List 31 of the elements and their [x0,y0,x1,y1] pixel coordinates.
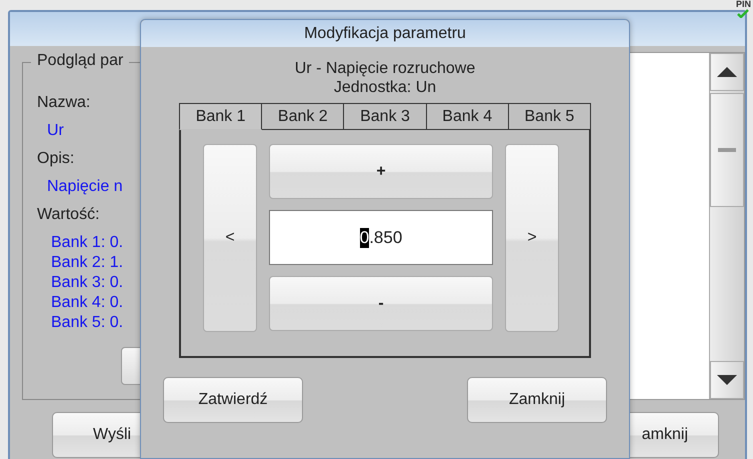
bank-tab[interactable]: Bank 5 [508,103,592,130]
parameter-name: Ur - Napięcie rozruchowe [294,59,476,79]
bank-value: Bank 4: 0. [50,293,124,313]
bank-value: Bank 5: 0. [50,313,124,333]
unit-label: Jednostka: Un [334,79,436,97]
bank-value: Bank 2: 1. [50,253,124,273]
dialog-button[interactable]: Zamknij [467,377,607,423]
next-button[interactable]: > [505,144,559,332]
bank-tab[interactable]: Bank 2 [262,103,344,130]
field-label: Nazwa: [37,93,90,113]
scroll-up-icon[interactable] [717,67,737,77]
bank-tab[interactable]: Bank 4 [426,103,509,130]
grip-icon [718,148,736,152]
bank-tab[interactable]: Bank 1 [179,103,262,130]
group-title: Podgląd par [31,52,130,70]
field-value: Napięcie n [46,177,123,197]
field-label: Wartość: [37,205,100,225]
dialog-title: Modyfikacja parametru [141,20,629,47]
scroll-down-icon[interactable] [717,375,737,385]
field-value: Ur [46,121,64,141]
bank-value: Bank 1: 0. [50,233,124,253]
dialog-button[interactable]: Zatwierdź [163,377,303,423]
field-label: Opis: [37,149,74,169]
scrollbar[interactable] [709,53,744,399]
value-field[interactable]: 0.850 [269,210,493,265]
pin-label: PIN [736,0,751,9]
previous-button[interactable]: < [203,144,257,332]
decrement-button[interactable]: - [269,276,493,331]
bank-value: Bank 3: 0. [50,273,124,293]
bank-tab[interactable]: Bank 3 [344,103,427,130]
increment-button[interactable]: + [269,144,493,199]
